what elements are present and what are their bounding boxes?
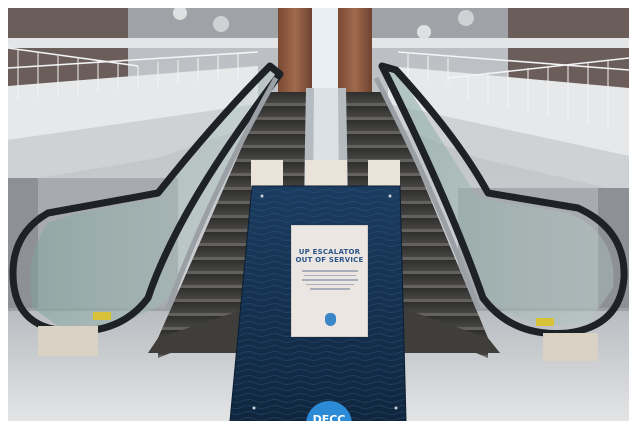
- notice-fine-print: [301, 270, 358, 272]
- notice-fine-print: [309, 288, 350, 290]
- photo-frame: UP ESCALATOR OUT OF SERVICE DECC: [8, 8, 629, 421]
- logo-icon: [325, 313, 336, 326]
- notice-fine-print: [305, 283, 354, 285]
- escalator-scene: [8, 8, 629, 421]
- decc-logo-text: DECC: [312, 413, 346, 421]
- notice-fine-print: [301, 279, 358, 281]
- notice-heading-line1: UP ESCALATOR: [298, 248, 361, 256]
- out-of-service-notice: UP ESCALATOR OUT OF SERVICE: [291, 225, 368, 337]
- notice-fine-print: [303, 274, 356, 276]
- notice-heading-line2: OUT OF SERVICE: [295, 256, 364, 264]
